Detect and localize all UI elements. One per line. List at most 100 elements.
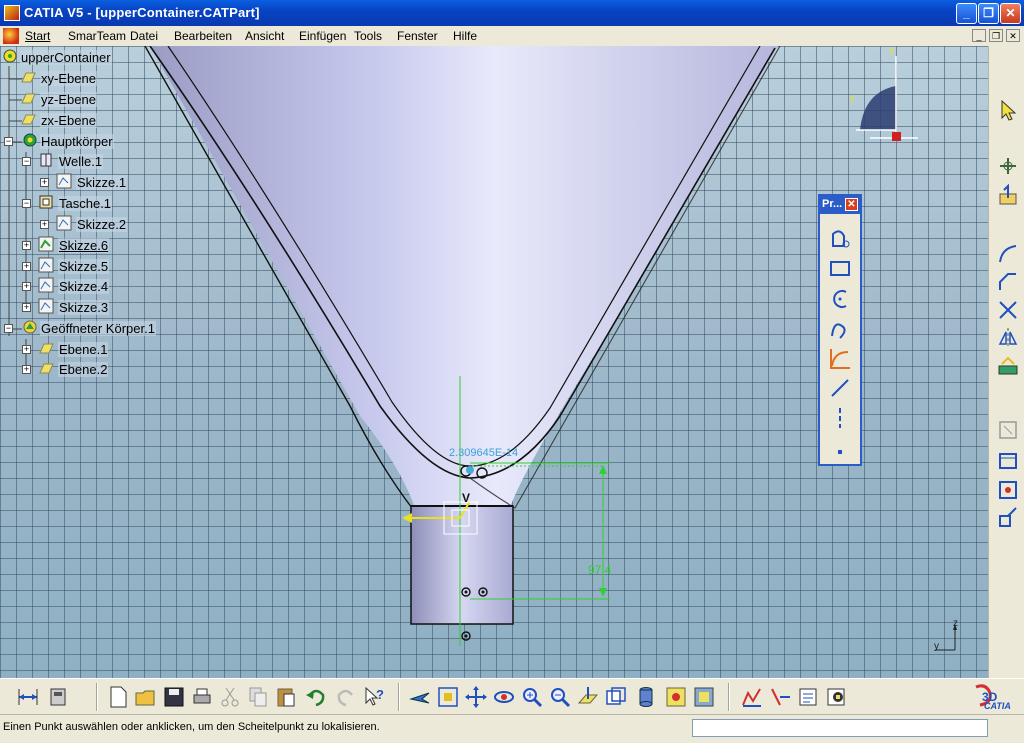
expand-toggle[interactable]: + bbox=[40, 178, 49, 187]
expand-toggle[interactable]: + bbox=[22, 303, 31, 312]
minimize-button[interactable]: _ bbox=[956, 3, 977, 24]
close-button[interactable]: ✕ bbox=[1000, 3, 1021, 24]
sketch-icon bbox=[38, 298, 54, 314]
plane-icon bbox=[21, 72, 36, 83]
rotate-icon[interactable] bbox=[492, 685, 516, 709]
mdi-minimize-button[interactable]: _ bbox=[972, 29, 986, 42]
zoom-out-icon[interactable] bbox=[548, 685, 572, 709]
expand-toggle[interactable]: + bbox=[22, 345, 31, 354]
triad-y-label: y bbox=[934, 641, 939, 652]
mirror-icon[interactable] bbox=[996, 326, 1020, 350]
menu-start[interactable]: Start bbox=[25, 29, 50, 43]
menu-einfuegen[interactable]: Einfügen bbox=[299, 29, 346, 43]
copy-icon[interactable] bbox=[246, 685, 270, 709]
collapse-toggle[interactable]: − bbox=[22, 199, 31, 208]
maximize-button[interactable]: ❐ bbox=[978, 3, 999, 24]
rectangle-icon[interactable] bbox=[828, 256, 854, 282]
undo-icon[interactable] bbox=[304, 685, 328, 709]
mdi-close-button[interactable]: ✕ bbox=[1006, 29, 1020, 42]
catia-app-icon[interactable] bbox=[4, 5, 20, 21]
expand-toggle[interactable]: + bbox=[22, 282, 31, 291]
sketch-analysis-icon[interactable] bbox=[796, 685, 820, 709]
corner-icon[interactable] bbox=[996, 242, 1020, 266]
sketch-icon bbox=[56, 173, 72, 189]
menu-tools[interactable]: Tools bbox=[354, 29, 382, 43]
plane-icon bbox=[21, 114, 36, 125]
sketch-icon bbox=[56, 215, 72, 231]
axis-icon[interactable] bbox=[828, 406, 854, 432]
cut-icon[interactable] bbox=[218, 685, 242, 709]
sketch-tool-icon[interactable] bbox=[996, 154, 1020, 178]
shaft-icon bbox=[40, 153, 52, 167]
animate-icon[interactable] bbox=[996, 478, 1020, 502]
collapse-toggle[interactable]: − bbox=[4, 137, 13, 146]
dimension-icon[interactable] bbox=[16, 685, 40, 709]
collapse-toggle[interactable]: − bbox=[22, 157, 31, 166]
collapse-toggle[interactable]: − bbox=[4, 324, 13, 333]
profile-toolbar[interactable]: Pr... ✕ bbox=[818, 194, 862, 466]
menu-logo-icon[interactable] bbox=[3, 28, 19, 44]
save-icon[interactable] bbox=[162, 685, 186, 709]
menu-fenster[interactable]: Fenster bbox=[397, 29, 438, 43]
project-icon[interactable] bbox=[996, 354, 1020, 378]
fix-icon[interactable] bbox=[996, 448, 1020, 472]
conic-icon[interactable] bbox=[828, 346, 854, 372]
grid-icon[interactable] bbox=[824, 685, 848, 709]
plane-icon bbox=[39, 343, 54, 354]
profile-icon[interactable] bbox=[828, 226, 854, 252]
mdi-restore-button[interactable]: ❐ bbox=[989, 29, 1003, 42]
zoom-in-icon[interactable] bbox=[520, 685, 544, 709]
right-toolbar bbox=[988, 46, 1024, 678]
auto-constraint-icon[interactable] bbox=[996, 506, 1020, 530]
fly-icon[interactable] bbox=[408, 685, 432, 709]
open-file-icon[interactable] bbox=[134, 685, 158, 709]
compass-widget bbox=[856, 56, 918, 141]
swap-space-icon[interactable] bbox=[692, 685, 716, 709]
select-arrow-icon[interactable] bbox=[996, 98, 1020, 122]
render-style-icon[interactable] bbox=[634, 685, 658, 709]
dimension-label[interactable]: 97.4 bbox=[588, 563, 611, 577]
svg-text:?: ? bbox=[376, 687, 384, 702]
new-file-icon[interactable] bbox=[106, 685, 130, 709]
print-icon[interactable] bbox=[190, 685, 214, 709]
normal-view-icon[interactable] bbox=[576, 685, 600, 709]
menu-datei[interactable]: Datei bbox=[130, 29, 158, 43]
profile-toolbar-close-button[interactable]: ✕ bbox=[845, 198, 858, 211]
hide-show-icon[interactable] bbox=[664, 685, 688, 709]
menu-hilfe[interactable]: Hilfe bbox=[453, 29, 477, 43]
pan-icon[interactable] bbox=[464, 685, 488, 709]
expand-toggle[interactable]: + bbox=[40, 220, 49, 229]
catalog-icon[interactable] bbox=[46, 685, 70, 709]
plane-icon bbox=[21, 93, 36, 104]
circle-icon[interactable] bbox=[828, 286, 854, 312]
body-icon bbox=[23, 133, 37, 147]
menu-ansicht[interactable]: Ansicht bbox=[245, 29, 284, 43]
line-icon[interactable] bbox=[828, 376, 854, 402]
constraint-icon[interactable] bbox=[996, 418, 1020, 442]
cut-part-icon[interactable] bbox=[768, 685, 792, 709]
analysis-icon[interactable] bbox=[740, 685, 764, 709]
fit-all-icon[interactable] bbox=[436, 685, 460, 709]
spline-icon[interactable] bbox=[828, 316, 854, 342]
command-input[interactable] bbox=[692, 719, 988, 737]
whats-this-icon[interactable]: ? bbox=[362, 685, 386, 709]
exit-workbench-icon[interactable] bbox=[996, 184, 1020, 208]
catia-logo: 3D CATIA bbox=[970, 681, 1020, 713]
expand-toggle[interactable]: + bbox=[22, 262, 31, 271]
menu-smarteam[interactable]: SmarTeam bbox=[68, 29, 126, 43]
point-icon[interactable] bbox=[828, 436, 854, 462]
expand-toggle[interactable]: + bbox=[22, 365, 31, 374]
menu-bearbeiten[interactable]: Bearbeiten bbox=[174, 29, 232, 43]
triad-z-label: z bbox=[953, 618, 958, 629]
chamfer-icon[interactable] bbox=[996, 270, 1020, 294]
pocket-icon bbox=[39, 195, 53, 209]
profile-toolbar-header[interactable]: Pr... ✕ bbox=[820, 196, 860, 214]
paste-icon[interactable] bbox=[274, 685, 298, 709]
views-icon[interactable] bbox=[604, 685, 628, 709]
expand-toggle[interactable]: + bbox=[22, 241, 31, 250]
redo-icon[interactable] bbox=[334, 685, 358, 709]
toolbar-separator bbox=[728, 683, 730, 711]
trim-icon[interactable] bbox=[996, 298, 1020, 322]
funnel-surface bbox=[150, 46, 778, 508]
toolbar-separator bbox=[398, 683, 400, 711]
